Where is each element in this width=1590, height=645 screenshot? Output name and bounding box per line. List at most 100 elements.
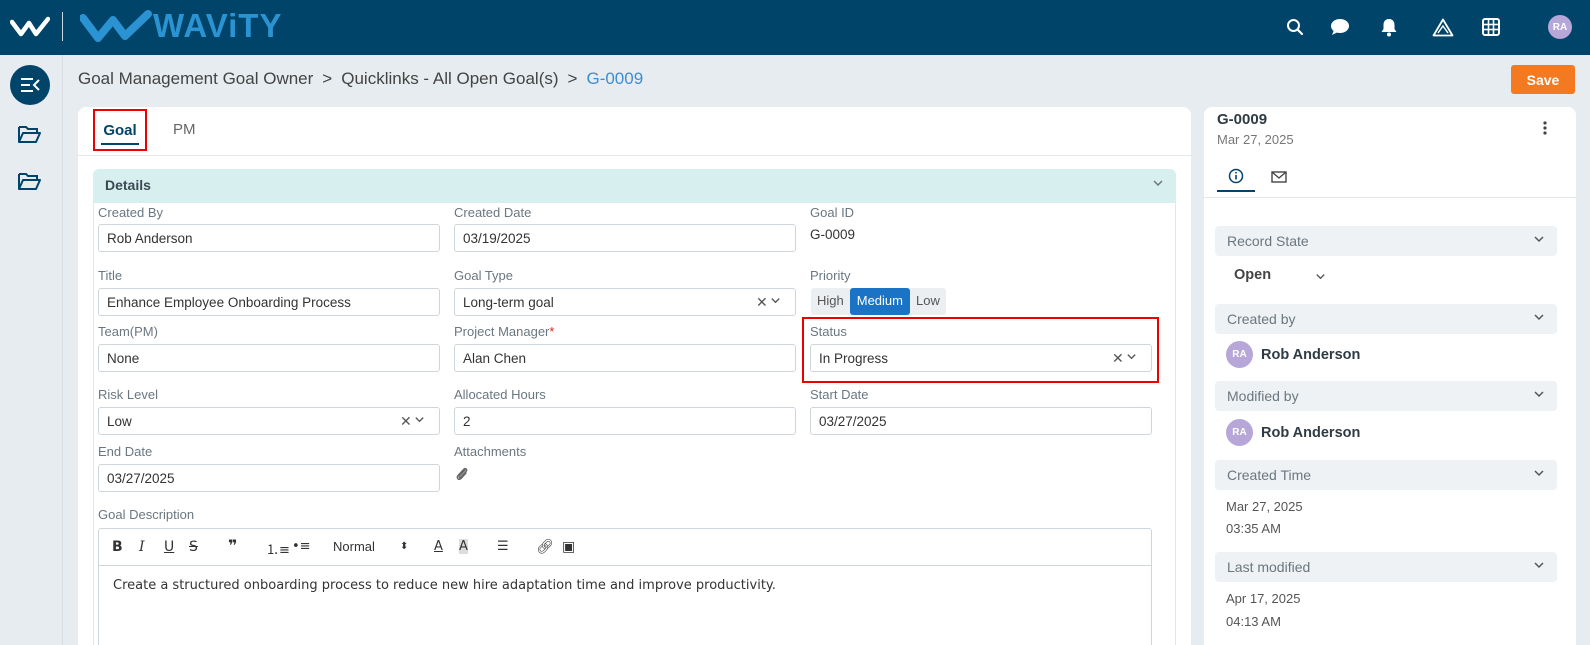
title-label: Title xyxy=(98,268,123,283)
goal-description-text[interactable]: Create a structured onboarding process t… xyxy=(113,578,776,593)
font-color-icon[interactable]: A xyxy=(434,539,443,554)
goal-description-editor: B I U S ❞ ⒈≡ •≡ Normal ⬍ A A ☰ 🔗︎ ▣ Crea… xyxy=(98,528,1152,645)
modified-by-section-header[interactable]: Modified by xyxy=(1215,381,1557,411)
breadcrumb: Goal Management Goal Owner > Quicklinks - … xyxy=(78,69,643,89)
breadcrumb-item-current: G-0009 xyxy=(586,69,644,88)
menu-collapse-icon xyxy=(21,78,40,92)
last-modified-date: Apr 17, 2025 xyxy=(1226,591,1301,606)
priority-toggle-group: High Medium Low xyxy=(811,288,946,315)
breadcrumb-item-goal-management[interactable]: Goal Management Goal Owner xyxy=(78,69,313,88)
team-pm-field[interactable]: None xyxy=(98,344,440,372)
chevron-down-icon[interactable] xyxy=(1315,271,1326,282)
team-pm-label: Team(PM) xyxy=(98,324,158,339)
warning-triangle-icon[interactable] xyxy=(1432,16,1454,38)
tab-pm[interactable]: PM xyxy=(173,121,196,138)
title-field[interactable]: Enhance Employee Onboarding Process xyxy=(98,288,440,316)
goal-id-value: G-0009 xyxy=(810,227,856,242)
record-state-value[interactable]: Open xyxy=(1234,267,1271,283)
record-title: G-0009 xyxy=(1217,111,1268,128)
chevron-down-icon[interactable] xyxy=(1126,351,1137,362)
text-format-select[interactable]: Normal xyxy=(333,539,375,554)
folder-open-icon[interactable] xyxy=(17,170,41,192)
bold-icon[interactable]: B xyxy=(112,539,123,555)
apps-grid-icon[interactable] xyxy=(1480,16,1502,38)
bullet-list-icon[interactable]: •≡ xyxy=(292,539,311,554)
clear-icon[interactable]: ✕ xyxy=(400,413,412,430)
risk-level-label: Risk Level xyxy=(98,387,158,402)
underline-icon[interactable]: U xyxy=(164,539,174,555)
mail-icon xyxy=(1271,171,1287,183)
start-date-field[interactable]: 03/27/2025 xyxy=(810,407,1152,435)
search-icon[interactable] xyxy=(1284,16,1306,38)
blockquote-icon[interactable]: ❞ xyxy=(228,536,237,555)
collapse-menu-button[interactable] xyxy=(10,65,50,105)
created-date-field[interactable]: 03/19/2025 xyxy=(454,224,796,252)
brand-mark-icon xyxy=(80,10,152,42)
created-time-time: 03:35 AM xyxy=(1226,521,1281,536)
chevron-down-icon[interactable] xyxy=(770,295,781,306)
project-manager-label: Project Manager* xyxy=(454,324,555,339)
risk-level-select[interactable]: Low ✕ xyxy=(98,407,440,435)
created-time-section-header[interactable]: Created Time xyxy=(1215,460,1557,490)
avatar: RA xyxy=(1226,419,1253,446)
goal-type-select[interactable]: Long-term goal ✕ xyxy=(454,288,796,316)
attachments-label: Attachments xyxy=(454,444,527,459)
logo-divider xyxy=(62,12,63,41)
top-bar: WAViTY RA xyxy=(0,0,1590,55)
end-date-field[interactable]: 03/27/2025 xyxy=(98,464,440,492)
avatar: RA xyxy=(1226,341,1253,368)
notification-bell-icon[interactable] xyxy=(1378,16,1400,38)
paperclip-icon[interactable] xyxy=(455,466,469,482)
app-logo-icon[interactable] xyxy=(10,14,50,40)
breadcrumb-item-quicklinks[interactable]: Quicklinks - All Open Goal(s) xyxy=(341,69,558,88)
record-side-panel: G-0009 Mar 27, 2025 Record State Open Cr… xyxy=(1204,107,1576,645)
tab-messages[interactable] xyxy=(1264,162,1294,192)
brand-name: WAViTY xyxy=(153,7,283,44)
clear-icon[interactable]: ✕ xyxy=(1112,350,1124,367)
created-date-label: Created Date xyxy=(454,205,532,220)
image-icon[interactable]: ▣ xyxy=(562,539,575,555)
chevron-down-icon xyxy=(1534,236,1544,243)
more-options-icon[interactable] xyxy=(1543,121,1547,135)
status-label: Status xyxy=(810,324,847,339)
priority-low-option[interactable]: Low xyxy=(910,288,946,315)
folder-open-icon[interactable] xyxy=(17,123,41,145)
created-by-label: Created By xyxy=(98,205,164,220)
italic-icon[interactable]: I xyxy=(139,539,145,555)
format-select-arrows-icon[interactable]: ⬍ xyxy=(400,541,408,552)
align-icon[interactable]: ☰ xyxy=(497,539,509,554)
save-button[interactable]: Save xyxy=(1511,65,1575,94)
record-date: Mar 27, 2025 xyxy=(1217,132,1294,147)
status-select[interactable]: In Progress ✕ xyxy=(810,344,1152,372)
status-value: In Progress xyxy=(819,351,889,366)
main-panel: Goal PM Details Created By Rob Anderson … xyxy=(78,107,1191,645)
chevron-down-icon xyxy=(1534,470,1544,477)
priority-medium-option[interactable]: Medium xyxy=(849,288,910,315)
created-by-field[interactable]: Rob Anderson xyxy=(98,224,440,252)
goal-description-label: Goal Description xyxy=(98,507,195,522)
allocated-hours-label: Allocated Hours xyxy=(454,387,546,402)
background-color-icon[interactable]: A xyxy=(459,539,468,554)
priority-label: Priority xyxy=(810,268,851,283)
chevron-down-icon[interactable] xyxy=(414,414,425,425)
clear-icon[interactable]: ✕ xyxy=(756,294,768,311)
allocated-hours-field[interactable]: 2 xyxy=(454,407,796,435)
last-modified-section-header[interactable]: Last modified xyxy=(1215,552,1557,582)
link-icon[interactable]: 🔗︎ xyxy=(536,539,554,555)
project-manager-field[interactable]: Alan Chen xyxy=(454,344,796,372)
chat-icon[interactable] xyxy=(1329,16,1351,38)
created-by-section-header[interactable]: Created by xyxy=(1215,304,1557,334)
priority-high-option[interactable]: High xyxy=(811,288,850,315)
ordered-list-icon[interactable]: ⒈≡ xyxy=(266,539,290,558)
record-state-section-header[interactable]: Record State xyxy=(1215,226,1557,256)
tab-goal[interactable]: Goal xyxy=(93,109,147,151)
created-time-date: Mar 27, 2025 xyxy=(1226,499,1303,514)
details-section-header[interactable]: Details xyxy=(93,169,1176,203)
tab-info[interactable] xyxy=(1217,162,1255,192)
created-by-user: RA Rob Anderson xyxy=(1226,341,1360,368)
user-avatar[interactable]: RA xyxy=(1548,15,1572,39)
editor-toolbar: B I U S ❞ ⒈≡ •≡ Normal ⬍ A A ☰ 🔗︎ ▣ xyxy=(99,529,1151,566)
chevron-down-icon xyxy=(1534,562,1544,569)
modified-by-name: Rob Anderson xyxy=(1261,424,1361,441)
strikethrough-icon[interactable]: S xyxy=(189,539,198,555)
